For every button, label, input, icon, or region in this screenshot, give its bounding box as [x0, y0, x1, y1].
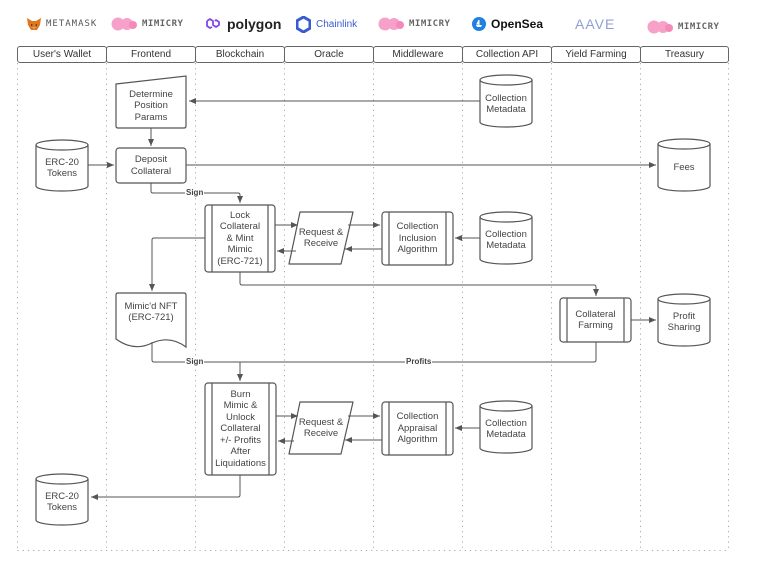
collection-metadata-3-label: Collection Metadata — [485, 417, 527, 441]
flow-diagram — [17, 63, 729, 551]
profit-sharing-label: Profit Sharing — [667, 310, 701, 334]
burn-unlock-label: Burn Mimic & Unlock Collateral +/- Profi… — [215, 388, 266, 469]
request-receive-2-label: Request & Receive — [298, 416, 344, 440]
lock-mint-label: Lock Collateral & Mint Mimic (ERC-721) — [217, 209, 263, 267]
edge-label-sign-1: Sign — [185, 188, 205, 197]
mimicd-nft-label: Mimic'd NFT (ERC-721) — [124, 300, 178, 324]
collection-metadata-2-label: Collection Metadata — [485, 228, 527, 252]
collection-metadata-1-label: Collection Metadata — [485, 92, 527, 116]
edge-label-sign-2: Sign — [185, 357, 205, 366]
deposit-collateral-label: Deposit Collateral — [130, 154, 172, 177]
fees-label: Fees — [673, 162, 695, 174]
determine-params-label: Determine Position Params — [129, 88, 173, 123]
inclusion-algorithm-label: Collection Inclusion Algorithm — [396, 221, 439, 256]
edge-lock-to-farming — [239, 272, 599, 296]
erc20-tokens-out-label: ERC-20 Tokens — [45, 490, 79, 514]
edge-lock-to-nft — [149, 237, 205, 291]
edge-label-profits: Profits — [405, 357, 433, 366]
appraisal-algorithm-label: Collection Appraisal Algorithm — [396, 411, 439, 446]
request-receive-1-label: Request & Receive — [298, 226, 344, 250]
edge-burn-to-tokens — [91, 475, 241, 500]
erc20-tokens-in-label: ERC-20 Tokens — [45, 156, 79, 180]
collateral-farming-label: Collateral Farming — [575, 308, 616, 332]
